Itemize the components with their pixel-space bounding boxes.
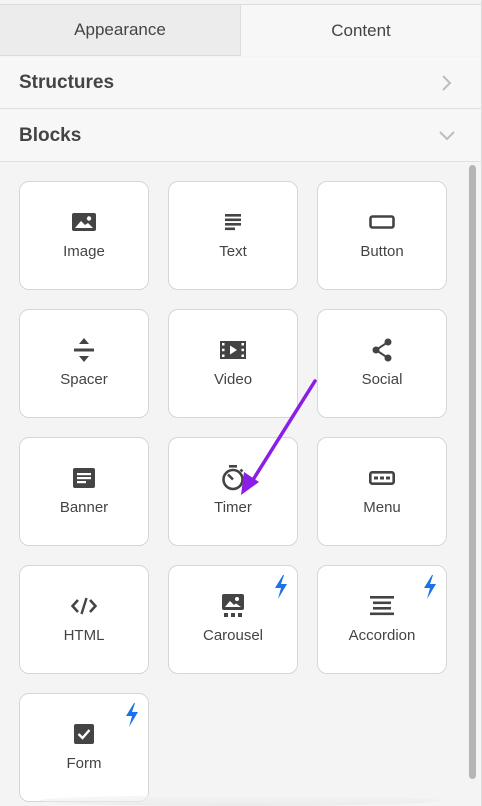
tab-appearance[interactable]: Appearance bbox=[0, 4, 241, 56]
vertical-scrollbar[interactable] bbox=[469, 165, 476, 779]
structures-section-header[interactable]: Structures bbox=[0, 57, 481, 109]
accordion-icon bbox=[368, 593, 396, 619]
tab-appearance-label: Appearance bbox=[74, 20, 166, 39]
block-timer[interactable]: Timer bbox=[168, 437, 298, 546]
block-image[interactable]: Image bbox=[19, 181, 149, 290]
block-label: Social bbox=[361, 371, 403, 388]
chevron-right-icon bbox=[437, 73, 457, 93]
blocks-title: Blocks bbox=[19, 124, 82, 146]
lightning-bolt-icon bbox=[124, 703, 140, 727]
share-icon bbox=[368, 337, 396, 363]
block-spacer[interactable]: Spacer bbox=[19, 309, 149, 418]
panel-tabs: Appearance Content bbox=[0, 4, 481, 56]
block-accordion[interactable]: Accordion bbox=[317, 565, 447, 674]
lightning-bolt-icon bbox=[422, 575, 438, 599]
tab-content-label: Content bbox=[331, 20, 391, 40]
blocks-section-header[interactable]: Blocks bbox=[0, 110, 481, 162]
chevron-down-icon bbox=[437, 126, 457, 146]
video-icon bbox=[219, 337, 247, 363]
block-menu[interactable]: Menu bbox=[317, 437, 447, 546]
block-label: Spacer bbox=[60, 371, 108, 388]
block-label: Menu bbox=[363, 499, 401, 516]
block-label: Accordion bbox=[348, 627, 416, 644]
block-label: Timer bbox=[214, 499, 252, 516]
block-social[interactable]: Social bbox=[317, 309, 447, 418]
block-carousel[interactable]: Carousel bbox=[168, 565, 298, 674]
block-label: Button bbox=[360, 243, 404, 260]
content-panel: Appearance Content Structures Blocks Ima… bbox=[0, 0, 482, 806]
block-label: Carousel bbox=[202, 627, 264, 644]
banner-icon bbox=[70, 465, 98, 491]
carousel-icon bbox=[219, 593, 247, 619]
image-icon bbox=[70, 209, 98, 235]
button-icon bbox=[368, 209, 396, 235]
code-icon bbox=[70, 593, 98, 619]
block-label: HTML bbox=[63, 627, 105, 644]
block-label: Banner bbox=[59, 499, 109, 516]
structures-title: Structures bbox=[19, 71, 115, 93]
timer-icon bbox=[219, 465, 247, 491]
spacer-icon bbox=[70, 337, 98, 363]
block-label: Form bbox=[66, 755, 102, 772]
lightning-bolt-icon bbox=[273, 575, 289, 599]
text-icon bbox=[219, 209, 247, 235]
block-form[interactable]: Form bbox=[19, 693, 149, 802]
checkbox-icon bbox=[70, 721, 98, 747]
block-video[interactable]: Video bbox=[168, 309, 298, 418]
blocks-grid: Image Text Button Spacer Video Social Ba… bbox=[0, 162, 481, 806]
block-label: Video bbox=[213, 371, 253, 388]
menu-icon bbox=[368, 465, 396, 491]
tab-content[interactable]: Content bbox=[241, 4, 481, 56]
block-label: Image bbox=[63, 243, 105, 260]
block-text[interactable]: Text bbox=[168, 181, 298, 290]
block-html[interactable]: HTML bbox=[19, 565, 149, 674]
block-banner[interactable]: Banner bbox=[19, 437, 149, 546]
bottom-shadow bbox=[40, 795, 440, 806]
block-label: Text bbox=[219, 243, 247, 260]
block-button[interactable]: Button bbox=[317, 181, 447, 290]
